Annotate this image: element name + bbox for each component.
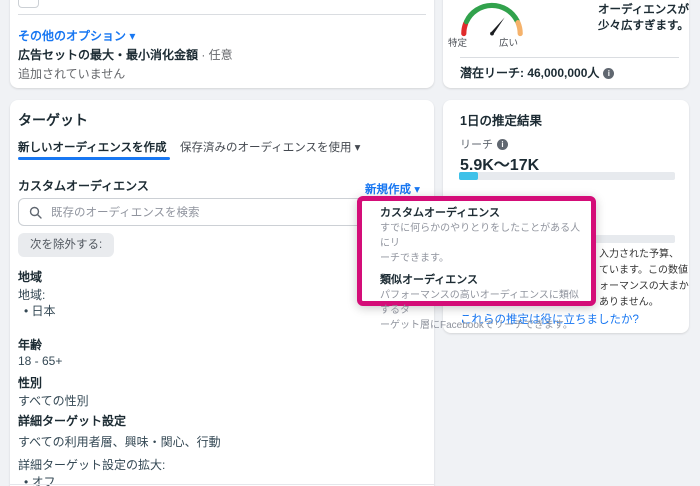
divider bbox=[10, 484, 434, 485]
cropped-control-stub bbox=[18, 0, 39, 8]
menu-item-title: カスタムオーディエンス bbox=[380, 207, 501, 219]
expansion-label: 詳細ターゲット設定の拡大: bbox=[18, 458, 166, 472]
estimate-description-fragment: 入力された予算、 ています。この数値 ォーマンスの大まか ありません。 bbox=[599, 249, 689, 308]
gauge-pivot bbox=[490, 31, 494, 36]
gender-value: すべての性別 bbox=[18, 394, 89, 408]
spend-limit-title: 広告セットの最大・最小消化金額 · 任意 bbox=[18, 46, 233, 63]
age-value: 18 - 65+ bbox=[18, 354, 63, 368]
potential-reach-text: 潜在リーチ: 46,000,000人 bbox=[460, 66, 600, 80]
menu-item-description: すでに何らかのやりとりをしたことがある人にリ ーチできます。 bbox=[380, 223, 581, 264]
chevron-down-icon: ▾ bbox=[414, 184, 420, 196]
gender-heading: 性別 bbox=[18, 376, 43, 390]
chevron-down-icon: ▾ bbox=[129, 29, 136, 43]
menu-item-description: パフォーマンスの高いオーディエンスに類似するタ ーゲット層にFacebookでリ… bbox=[380, 290, 579, 331]
spend-limit-title-text: 広告セットの最大・最小消化金額 bbox=[18, 48, 199, 62]
reach-label: リーチ i bbox=[460, 136, 508, 152]
gauge-label-broad: 広い bbox=[499, 38, 519, 49]
exclude-button[interactable]: 次を除外する: bbox=[18, 233, 115, 257]
divider bbox=[18, 14, 426, 15]
reach-label-text: リーチ bbox=[460, 139, 493, 151]
location-heading: 地域 bbox=[18, 270, 43, 284]
info-icon[interactable]: i bbox=[603, 68, 615, 79]
tab-saved-audience-label: 保存済みのオーディエンスを使用 bbox=[180, 142, 352, 154]
menu-item-title: 類似オーディエンス bbox=[380, 274, 479, 286]
audience-definition-card: 特定 広い オーディエンスが 少々広すぎます。 潜在リーチ: 46,000,00… bbox=[443, 0, 689, 88]
spend-limit-value: 追加されていません bbox=[18, 67, 126, 81]
more-options-label: その他のオプション bbox=[18, 29, 127, 43]
custom-audience-label: カスタムオーディエンス bbox=[18, 179, 149, 193]
tab-new-audience[interactable]: 新しいオーディエンスを作成 bbox=[18, 139, 166, 155]
budget-options-card: その他のオプション ▾ 広告セットの最大・最小消化金額 · 任意 追加されていま… bbox=[10, 0, 434, 88]
menu-item-custom-audience[interactable]: カスタムオーディエンス すでに何らかのやりとりをしたことがある人にリ ーチできま… bbox=[380, 206, 581, 266]
detailed-targeting-value: すべての利用者層、興味・関心、行動 bbox=[18, 435, 221, 449]
potential-reach: 潜在リーチ: 46,000,000人 i bbox=[460, 64, 615, 81]
audience-breadth-message: オーディエンスが 少々広すぎます。 bbox=[598, 4, 689, 32]
create-new-link[interactable]: 新規作成 ▾ bbox=[365, 181, 420, 197]
active-tab-underline bbox=[18, 157, 170, 160]
gauge-green-segment bbox=[463, 2, 520, 25]
divider bbox=[460, 57, 679, 58]
menu-item-lookalike-audience[interactable]: 類似オーディエンス パフォーマンスの高いオーディエンスに類似するタ ーゲット層に… bbox=[380, 273, 581, 333]
targeting-title: ターゲット bbox=[18, 112, 88, 128]
ads-manager-page: その他のオプション ▾ 広告セットの最大・最小消化金額 · 任意 追加されていま… bbox=[0, 0, 700, 486]
optional-label: · 任意 bbox=[198, 48, 233, 62]
create-new-dropdown: カスタムオーディエンス すでに何らかのやりとりをしたことがある人にリ ーチできま… bbox=[357, 196, 596, 331]
chevron-down-icon: ▾ bbox=[354, 142, 361, 154]
location-label: 地域: bbox=[18, 288, 46, 302]
age-heading: 年齢 bbox=[18, 338, 43, 352]
location-value: • 日本 bbox=[24, 304, 56, 318]
reach-progress-fill bbox=[459, 172, 478, 180]
detailed-targeting-heading: 詳細ターゲット設定 bbox=[18, 414, 127, 428]
search-icon bbox=[29, 206, 42, 219]
create-new-label: 新規作成 bbox=[365, 184, 412, 196]
gauge-orange-segment bbox=[515, 20, 523, 37]
info-icon[interactable]: i bbox=[497, 139, 508, 150]
reach-progress-bar bbox=[459, 172, 675, 180]
tab-saved-audience[interactable]: 保存済みのオーディエンスを使用 ▾ bbox=[180, 139, 360, 155]
more-options-link[interactable]: その他のオプション ▾ bbox=[18, 27, 135, 44]
gauge-label-specific: 特定 bbox=[448, 38, 468, 49]
gauge-red-segment bbox=[461, 20, 469, 37]
estimate-title: 1日の推定結果 bbox=[460, 114, 542, 128]
